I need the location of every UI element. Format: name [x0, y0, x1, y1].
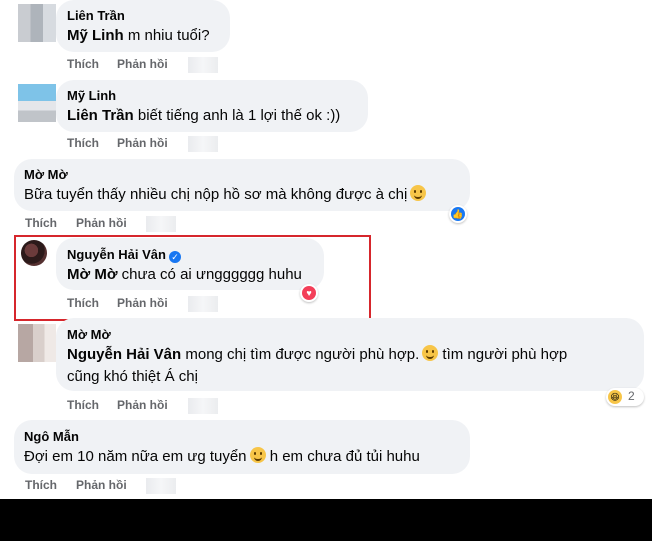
comment-text: Đợi em 10 năm nữa em ưg tuyển h em chưa … [24, 447, 420, 465]
comment-text: Mờ Mờ chưa có ai ưngggggg huhu [67, 266, 302, 283]
comment-text: Nguyễn Hải Vân mong chị tìm được người p… [67, 345, 568, 363]
like-icon: 👍 [451, 207, 465, 221]
reply-button[interactable]: Phản hồi [76, 478, 127, 492]
comment-author[interactable]: Nguyễn Hải Vân ✓ [67, 247, 181, 263]
mention-link[interactable]: Liên Trần [67, 107, 134, 124]
reply-button[interactable]: Phản hồi [76, 216, 127, 230]
laugh-reaction[interactable]: 😆 2 [606, 388, 644, 406]
heart-reaction[interactable]: ♥ [300, 284, 318, 302]
comment-text: Mỹ Linh m nhiu tuổi? [67, 27, 210, 44]
comment-text-line2: cũng khó thiệt Á chị [67, 368, 198, 385]
like-button[interactable]: Thích [67, 398, 99, 412]
like-reaction[interactable]: 👍 [449, 205, 467, 223]
timestamp-blurred [188, 136, 218, 152]
like-button[interactable]: Thích [25, 216, 57, 230]
like-button[interactable]: Thích [67, 296, 99, 310]
timestamp-blurred [146, 478, 176, 494]
avatar[interactable] [18, 4, 56, 42]
comment-text: Bữa tuyển thấy nhiều chị nộp hồ sơ mà kh… [24, 185, 427, 205]
comment-author[interactable]: Ngô Mẫn [24, 429, 79, 444]
timestamp-blurred [188, 398, 218, 414]
heart-icon: ♥ [302, 286, 316, 300]
avatar[interactable] [21, 240, 47, 266]
smile-emoji-icon [410, 185, 427, 201]
timestamp-blurred [146, 216, 176, 232]
reply-button[interactable]: Phản hồi [117, 57, 168, 71]
reply-button[interactable]: Phản hồi [117, 296, 168, 310]
reply-button[interactable]: Phản hồi [117, 136, 168, 150]
verified-badge-icon: ✓ [168, 251, 181, 263]
smile-emoji-icon [422, 345, 439, 361]
mention-link[interactable]: Mỹ Linh [67, 27, 124, 44]
like-button[interactable]: Thích [67, 136, 99, 150]
reply-button[interactable]: Phản hồi [117, 398, 168, 412]
reaction-count: 2 [628, 389, 635, 403]
comment-author[interactable]: Liên Trần [67, 8, 125, 23]
like-button[interactable]: Thích [67, 57, 99, 71]
timestamp-blurred [188, 57, 218, 73]
smile-emoji-icon [249, 447, 266, 463]
laugh-icon: 😆 [608, 390, 622, 404]
avatar[interactable] [18, 324, 56, 362]
comment-author[interactable]: Mỹ Linh [67, 88, 116, 103]
like-button[interactable]: Thích [25, 478, 57, 492]
avatar[interactable] [18, 84, 56, 122]
comment-author[interactable]: Mờ Mờ [67, 327, 111, 342]
mention-link[interactable]: Mờ Mờ [67, 266, 118, 283]
comment-author[interactable]: Mờ Mờ [24, 167, 68, 182]
timestamp-blurred [188, 296, 218, 312]
mention-link[interactable]: Nguyễn Hải Vân [67, 346, 181, 363]
bottom-bar [0, 499, 652, 541]
comment-text: Liên Trần biết tiếng anh là 1 lợi thế ok… [67, 107, 341, 124]
